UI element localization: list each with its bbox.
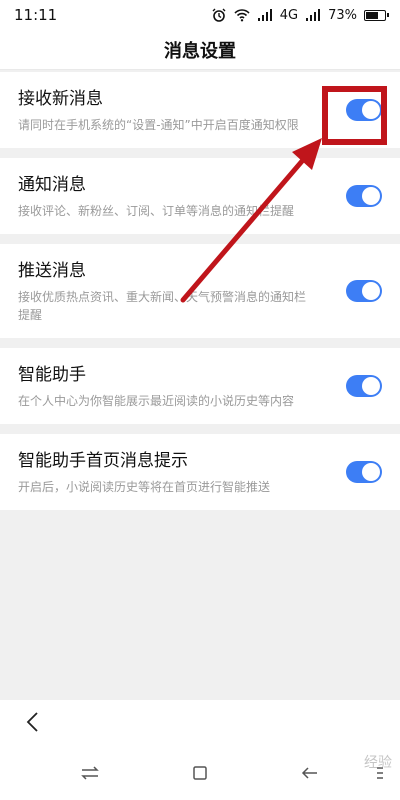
back-button[interactable] xyxy=(20,710,44,738)
setting-title: 推送消息 xyxy=(18,261,86,281)
setting-title: 通知消息 xyxy=(18,175,86,195)
setting-description: 请同时在手机系统的“设置-通知”中开启百度通知权限 xyxy=(18,118,299,132)
setting-title: 智能助手 xyxy=(18,365,86,385)
status-bar: 11:11 4G 73% xyxy=(0,0,400,30)
back-icon xyxy=(25,711,39,737)
battery-level-fill xyxy=(366,11,378,19)
switch-button[interactable] xyxy=(78,763,102,787)
setting-push-messages: 推送消息 接收优质热点资讯、重大新闻、天气预警消息的通知栏提醒 xyxy=(0,244,400,338)
toggle-switch[interactable] xyxy=(346,375,382,397)
toggle-knob xyxy=(362,282,380,300)
switch-icon xyxy=(80,765,100,785)
annotation-highlight-box xyxy=(322,86,387,145)
system-nav-bar xyxy=(0,755,400,795)
watermark: 经验 xyxy=(364,755,392,771)
status-icons: 4G 73% xyxy=(211,7,389,23)
toggle-switch[interactable] xyxy=(346,461,382,483)
toggle-switch[interactable] xyxy=(346,185,382,207)
network-type: 4G xyxy=(279,7,299,23)
wifi-icon xyxy=(234,8,250,22)
return-button[interactable] xyxy=(298,763,322,787)
home-button[interactable] xyxy=(188,763,212,787)
battery-percent: 73% xyxy=(328,7,357,23)
toggle-knob xyxy=(362,463,380,481)
page-title: 消息设置 xyxy=(0,30,400,70)
setting-title: 接收新消息 xyxy=(18,89,103,109)
toggle-knob xyxy=(362,377,380,395)
home-square-icon xyxy=(192,765,208,785)
toggle-switch[interactable] xyxy=(346,280,382,302)
toggle-knob xyxy=(362,187,380,205)
setting-description: 接收优质热点资讯、重大新闻、天气预警消息的通知栏提醒 xyxy=(18,290,307,322)
signal-icon xyxy=(257,8,273,22)
return-icon xyxy=(301,765,319,785)
setting-title: 智能助手首页消息提示 xyxy=(18,451,188,471)
battery-icon xyxy=(364,9,389,21)
setting-description: 开启后，小说阅读历史等将在首页进行智能推送 xyxy=(18,480,271,494)
setting-description: 在个人中心为你智能展示最近阅读的小说历史等内容 xyxy=(18,394,295,408)
setting-smart-assistant-home-tips: 智能助手首页消息提示 开启后，小说阅读历史等将在首页进行智能推送 xyxy=(0,434,400,510)
setting-notification-messages: 通知消息 接收评论、新粉丝、订阅、订单等消息的通知栏提醒 xyxy=(0,158,400,234)
alarm-icon xyxy=(211,8,227,22)
setting-smart-assistant: 智能助手 在个人中心为你智能展示最近阅读的小说历史等内容 xyxy=(0,348,400,424)
signal-icon xyxy=(305,8,321,22)
status-time: 11:11 xyxy=(14,6,58,24)
setting-description: 接收评论、新粉丝、订阅、订单等消息的通知栏提醒 xyxy=(18,204,295,218)
